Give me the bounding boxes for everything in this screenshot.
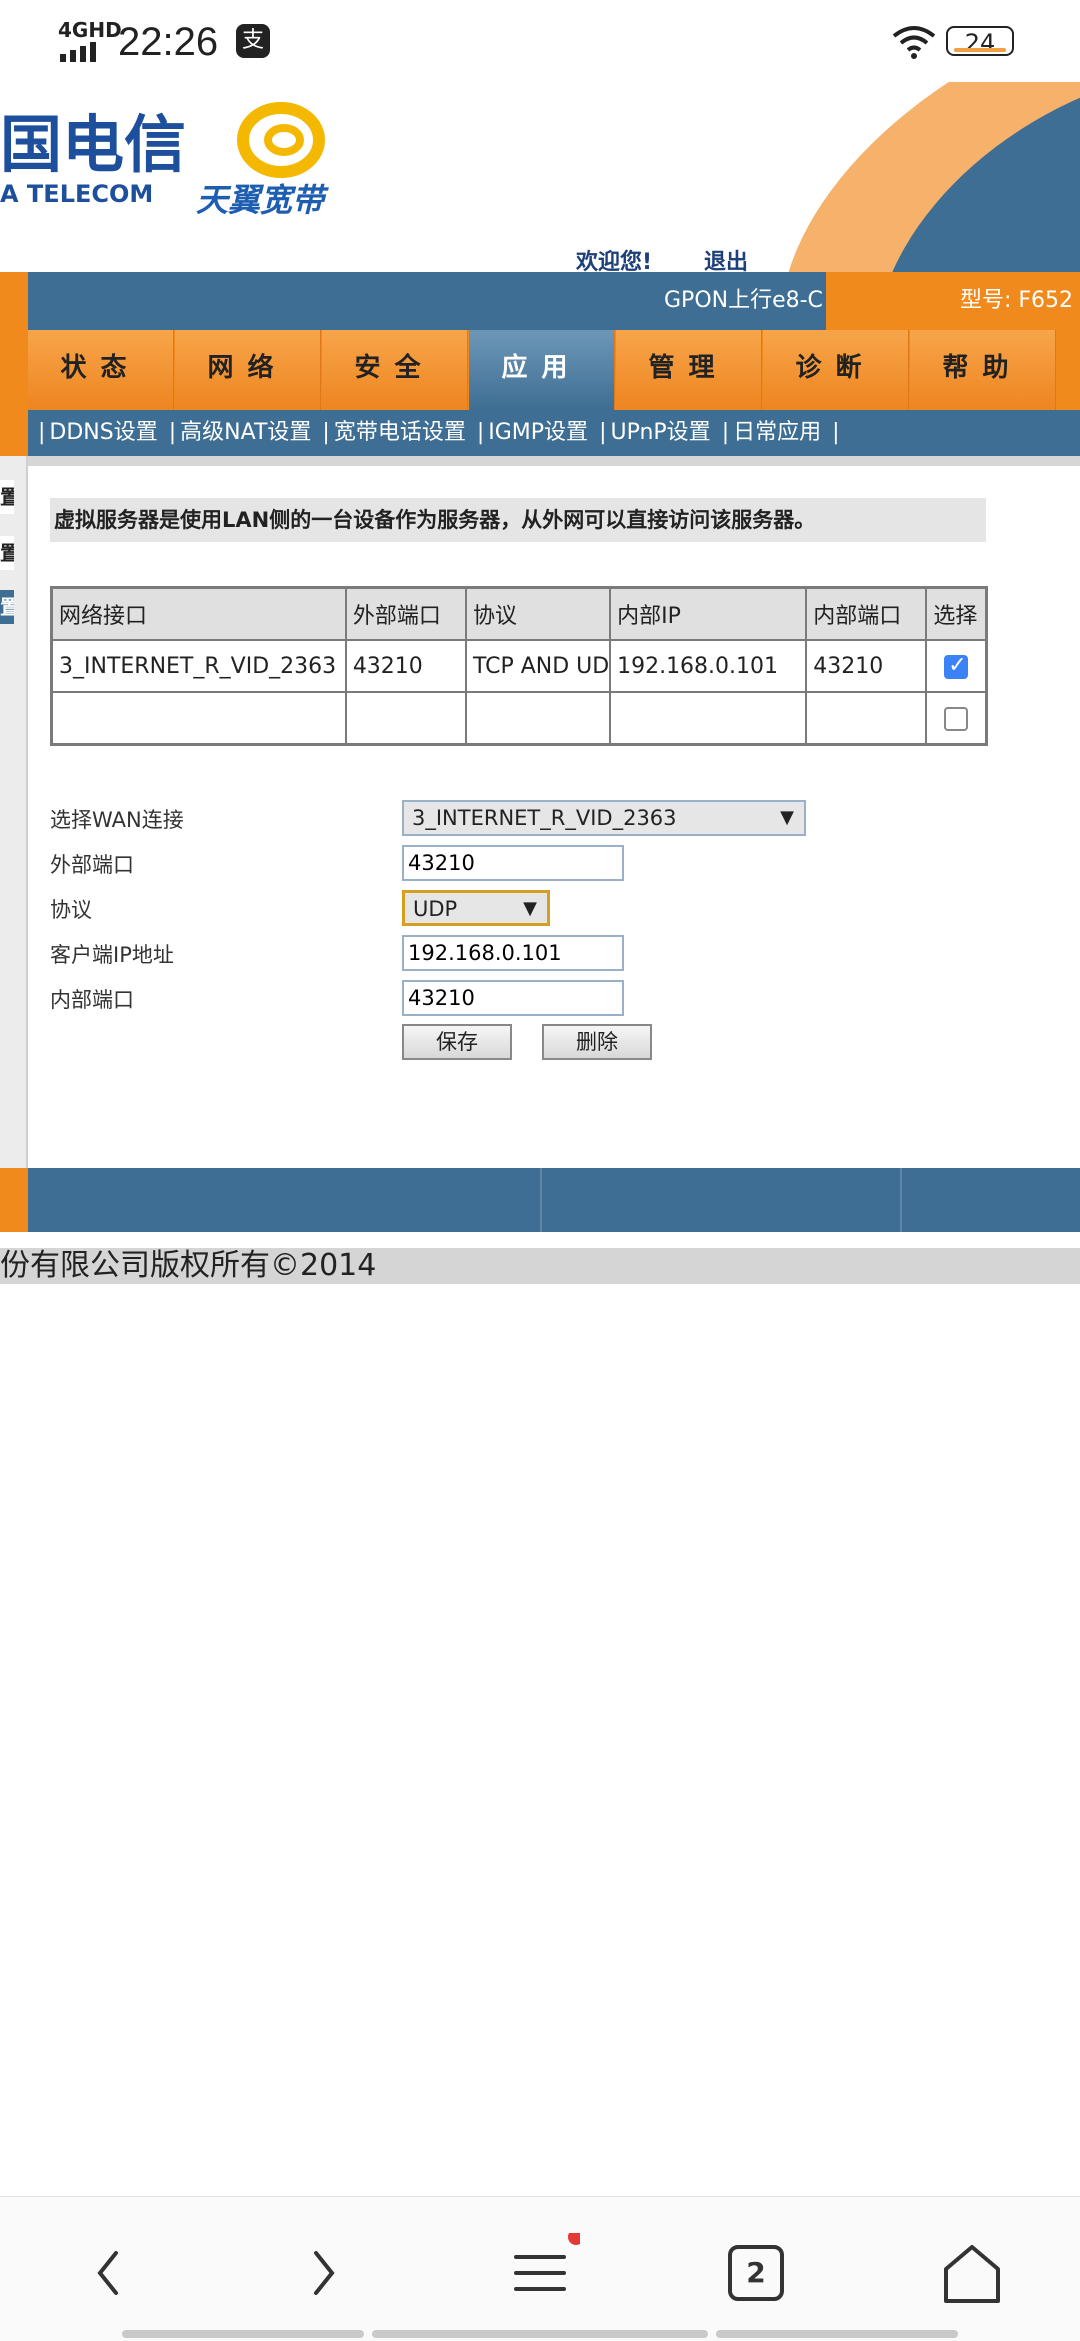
dropdown-arrow-icon: ▼ [523, 898, 537, 919]
wifi-icon [892, 26, 936, 59]
clock: 22:26 [118, 20, 219, 64]
tab-management[interactable]: 管理 [616, 330, 762, 410]
product-band: GPON上行e8-C 型号: F652 [0, 272, 1080, 330]
footer-band [0, 1168, 1080, 1232]
col-int-port: 内部端口 [805, 586, 928, 641]
form-row-buttons: 保存 删除 [50, 1024, 950, 1060]
submenu-advanced-nat[interactable]: 高级NAT设置 [180, 420, 311, 445]
submenu-separator: | [599, 420, 607, 445]
form-row-protocol: 协议 UDP ▼ [50, 890, 950, 926]
tab-security[interactable]: 安全 [322, 330, 468, 410]
model-name: 型号: F652 [960, 288, 1074, 313]
cell-protocol: TCP AND UDP [464, 639, 612, 693]
virtual-server-table: 网络接口 外部端口 协议 内部IP 内部端口 选择 3_INTERNET_R_V… [50, 586, 988, 746]
tianyi-logo-icon [237, 102, 325, 178]
alipay-icon: 支 [236, 24, 270, 58]
row-select-checkbox[interactable] [944, 653, 969, 679]
forward-icon[interactable] [284, 2233, 364, 2313]
row-select-checkbox[interactable] [944, 706, 969, 731]
tab-count: 2 [746, 2256, 766, 2289]
tab-help[interactable]: 帮助 [910, 330, 1056, 410]
cell-ext-port [344, 691, 467, 746]
table-row: 3_INTERNET_R_VID_2363 43210 TCP AND UDP … [50, 639, 988, 693]
protocol-label: 协议 [50, 898, 92, 922]
submenu-separator: | [832, 420, 840, 445]
cell-int-port: 43210 [805, 639, 928, 693]
network-type: 4GHD [58, 18, 122, 42]
client-ip-input[interactable] [402, 935, 624, 971]
col-protocol: 协议 [464, 586, 612, 641]
back-icon[interactable] [68, 2233, 148, 2313]
wan-select[interactable]: 3_INTERNET_R_VID_2363 ▼ [402, 800, 806, 836]
sub-nav: | DDNS设置 | 高级NAT设置 | 宽带电话设置 | IGMP设置 | UPnP设置… [0, 410, 1080, 456]
status-bar: 4GHD 22:26 支 24 [0, 0, 1080, 82]
tab-application[interactable]: 应用 [469, 330, 615, 410]
protocol-select[interactable]: UDP ▼ [402, 890, 550, 926]
submenu-separator: | [322, 420, 330, 445]
form-row-client-ip: 客户端IP地址 [50, 935, 950, 971]
col-interface: 网络接口 [50, 586, 347, 641]
home-icon[interactable] [932, 2233, 1012, 2313]
tab-diagnosis[interactable]: 诊断 [763, 330, 909, 410]
form-row-wan: 选择WAN连接 3_INTERNET_R_VID_2363 ▼ [50, 800, 950, 836]
browser-bottom-bar: 2 [0, 2196, 1080, 2341]
tianyi-brand: 天翼宽带 [196, 181, 325, 219]
submenu-igmp[interactable]: IGMP设置 [488, 420, 588, 445]
sidebar-item[interactable]: 置 [0, 480, 14, 514]
delete-button[interactable]: 删除 [542, 1024, 652, 1060]
col-select: 选择 [925, 586, 988, 641]
client-ip-label: 客户端IP地址 [50, 943, 174, 967]
cell-int-port [805, 691, 928, 746]
cell-protocol [464, 691, 612, 746]
submenu-separator: | [721, 420, 730, 445]
notification-dot-icon [568, 2233, 580, 2245]
save-button[interactable]: 保存 [402, 1024, 512, 1060]
tab-status[interactable]: 状态 [28, 330, 174, 410]
table-header-row: 网络接口 外部端口 协议 内部IP 内部端口 选择 [50, 586, 988, 641]
wan-label: 选择WAN连接 [50, 808, 184, 832]
form-row-int-port: 内部端口 [50, 980, 950, 1016]
copyright-text: 份有限公司版权所有©2014 [0, 1248, 1080, 1284]
tab-network[interactable]: 网络 [175, 330, 321, 410]
signal-icon [60, 42, 100, 62]
gesture-handle [122, 2330, 364, 2338]
col-ext-port: 外部端口 [344, 586, 467, 641]
cell-interface [50, 691, 347, 746]
main-nav: 状态 网络 安全 应用 管理 诊断 帮助 [0, 330, 1080, 410]
sidebar-item-active[interactable]: 置 [0, 590, 14, 624]
int-port-input[interactable] [402, 980, 624, 1016]
wan-select-value: 3_INTERNET_R_VID_2363 [412, 806, 677, 830]
cell-ext-port: 43210 [344, 639, 467, 693]
submenu-voip[interactable]: 宽带电话设置 [334, 420, 466, 445]
product-name: GPON上行e8-C [664, 288, 823, 313]
menu-icon[interactable] [500, 2233, 580, 2313]
cell-interface: 3_INTERNET_R_VID_2363 [50, 639, 347, 693]
battery-icon: 24 [946, 26, 1014, 57]
cell-int-ip: 192.168.0.101 [609, 639, 808, 693]
form-row-ext-port: 外部端口 [50, 845, 950, 881]
sidebar-item[interactable]: 置 [0, 536, 14, 570]
submenu-separator: | [38, 420, 46, 445]
gesture-handle [716, 2330, 958, 2338]
telecom-logo-cn: 国电信 [0, 108, 187, 181]
ext-port-label: 外部端口 [50, 853, 134, 877]
cell-int-ip [609, 691, 808, 746]
gesture-handle [372, 2330, 708, 2338]
submenu-upnp[interactable]: UPnP设置 [610, 420, 710, 445]
submenu-separator: | [168, 420, 177, 445]
virtual-server-notice: 虚拟服务器是使用LAN侧的一台设备作为服务器，从外网可以直接访问该服务器。 [50, 498, 986, 542]
submenu-ddns[interactable]: DDNS设置 [49, 420, 157, 445]
dropdown-arrow-icon: ▼ [780, 807, 794, 828]
int-port-label: 内部端口 [50, 988, 134, 1012]
left-sidebar: 置 置 置 [0, 456, 28, 1168]
ext-port-input[interactable] [402, 845, 624, 881]
telecom-logo-en: A TELECOM [0, 180, 154, 208]
table-row [50, 691, 988, 746]
submenu-daily-apps[interactable]: 日常应用 [733, 420, 821, 445]
protocol-select-value: UDP [413, 897, 458, 921]
col-int-ip: 内部IP [609, 586, 808, 641]
submenu-separator: | [476, 420, 485, 445]
